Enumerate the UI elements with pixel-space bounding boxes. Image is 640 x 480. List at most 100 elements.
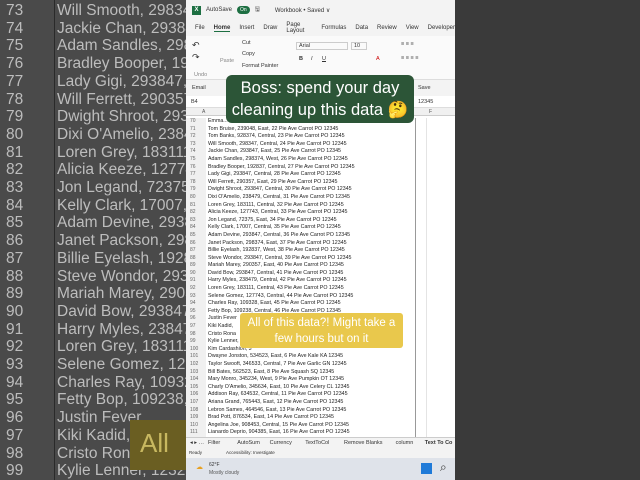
align-icons-row2[interactable]: ≡ ≡ ≡ ≡: [401, 55, 418, 61]
row-number[interactable]: 97: [186, 323, 206, 331]
cell-text[interactable]: Kelly Clark, 17007, Central, 35 Pie Ave …: [208, 224, 341, 232]
cell-text[interactable]: Mary Monro, 345234, West, 9 Pie Ave Pump…: [208, 376, 344, 384]
table-row[interactable]: 79 Dwight Shroot, 293847, Central, 30 Pie…: [186, 186, 455, 194]
cell-text[interactable]: Dwight Shroot, 293847, Central, 30 Pie A…: [208, 186, 352, 194]
row-number[interactable]: 111: [186, 429, 206, 437]
cell-text[interactable]: Dwayne Jonston, 534523, East, 6 Pie Ave …: [208, 353, 343, 361]
cell-text[interactable]: Tom Banks, 928374, Central, 23 Pie Ave C…: [208, 133, 345, 141]
table-row[interactable]: 85 Adam Devine, 293847, Central, 36 Pie A…: [186, 231, 455, 240]
row-number[interactable]: 89: [186, 262, 206, 270]
cell-text[interactable]: Angelina Joe, 908453, Central, 15 Pie Av…: [208, 422, 349, 430]
cell-text[interactable]: Lebron Sames, 464546, East, 13 Pie Ave C…: [208, 407, 346, 415]
row-number[interactable]: 110: [186, 421, 206, 430]
row-number[interactable]: 99: [186, 338, 206, 346]
row-number[interactable]: 108: [186, 406, 206, 415]
cell-text[interactable]: Bill Bates, 562523, East, 8 Pie Ave Squa…: [208, 369, 334, 377]
row-number[interactable]: 93: [186, 292, 206, 301]
search-icon[interactable]: ⌕: [440, 460, 447, 475]
tab-insert[interactable]: Insert: [239, 25, 254, 31]
table-row[interactable]: 81 Loren Grey, 183111, Central, 32 Pie Av…: [186, 201, 455, 210]
align-icons[interactable]: ≡ ≡ ≡: [401, 41, 414, 47]
cell-text[interactable]: Mariah Marey, 290357, East, 40 Pie Ave C…: [208, 262, 344, 270]
row-number[interactable]: 80: [186, 193, 206, 202]
save-icon[interactable]: 🖫: [255, 5, 260, 15]
table-row[interactable]: 91 Harry Myles, 238479, Central, 42 Pie A…: [186, 277, 455, 286]
tab-developer[interactable]: Developer: [428, 25, 455, 31]
table-row[interactable]: 90 David Bow, 293847, Central, 41 Pie Ave…: [186, 269, 455, 278]
row-number[interactable]: 88: [186, 254, 206, 263]
sheet-tab[interactable]: Remove Blanks: [344, 440, 383, 446]
table-row[interactable]: 71 Tom Bruise, 239048, East, 22 Pie Ave C…: [186, 125, 455, 134]
cell-text[interactable]: Billie Eyelash, 192837, West, 38 Pie Ave…: [208, 247, 345, 255]
table-row[interactable]: 72 Tom Banks, 928374, Central, 23 Pie Ave…: [186, 133, 455, 141]
row-number[interactable]: 107: [186, 398, 206, 407]
cell-text[interactable]: Will Smooth, 298347, Central, 24 Pie Ave…: [208, 141, 347, 149]
sheet-tab[interactable]: Text To Co: [425, 440, 453, 446]
cell-text[interactable]: Ariana Grand, 765443, East, 12 Pie Ave C…: [208, 399, 343, 407]
row-number[interactable]: 71: [186, 125, 206, 134]
sheet-tab[interactable]: Filter: [208, 440, 220, 446]
italic-button[interactable]: I: [311, 56, 313, 62]
table-row[interactable]: 102 Taylor Swooft, 346533, Central, 7 Pie…: [186, 361, 455, 369]
cell-text[interactable]: Loren Grey, 183111, Central, 32 Pie Ave …: [208, 202, 344, 210]
row-number[interactable]: 82: [186, 209, 206, 217]
cell-text[interactable]: Jackie Chan, 293847, East, 25 Pie Ave Ca…: [208, 148, 341, 156]
row-number[interactable]: 77: [186, 171, 206, 179]
cell-text[interactable]: Selene Gomez, 127743, Central, 44 Pie Av…: [208, 293, 353, 301]
cell-text[interactable]: Addison Ray, 634532, Central, 11 Pie Ave…: [208, 391, 348, 399]
cell-text[interactable]: Adam Devine, 293847, Central, 36 Pie Ave…: [208, 232, 350, 240]
font-color-icon[interactable]: A: [376, 56, 380, 62]
cell-text[interactable]: David Bow, 293847, Central, 41 Pie Ave C…: [208, 270, 343, 278]
table-row[interactable]: 73 Will Smooth, 298347, Central, 24 Pie A…: [186, 140, 455, 149]
font-name-select[interactable]: Arial: [296, 42, 348, 50]
row-number[interactable]: 104: [186, 376, 206, 384]
table-row[interactable]: 105 Charly O'Amelio, 345634, East, 10 Pie…: [186, 383, 455, 392]
cut-button[interactable]: Cut: [242, 40, 251, 46]
cell-text[interactable]: Cristo Rona: [208, 331, 236, 339]
row-number[interactable]: 105: [186, 383, 206, 392]
table-row[interactable]: 75 Adam Sandles, 298374, West, 26 Pie Ave…: [186, 155, 455, 164]
table-row[interactable]: 108 Lebron Sames, 464546, East, 13 Pie Av…: [186, 406, 455, 415]
redo-icon[interactable]: ↷: [192, 52, 200, 63]
table-row[interactable]: 107 Ariana Grand, 765443, East, 12 Pie Av…: [186, 398, 455, 407]
row-number[interactable]: 96: [186, 315, 206, 324]
row-number[interactable]: 76: [186, 163, 206, 172]
row-number[interactable]: 75: [186, 155, 206, 164]
row-number[interactable]: 102: [186, 361, 206, 369]
row-number[interactable]: 101: [186, 353, 206, 361]
table-row[interactable]: 103 Bill Bates, 562523, East, 8 Pie Ave S…: [186, 368, 455, 377]
sheet-tab[interactable]: TextToCol: [305, 440, 329, 446]
cell-text[interactable]: Dixi O'Amelio, 238479, Central, 31 Pie A…: [208, 194, 350, 202]
cell-text[interactable]: Justin Fever: [208, 315, 237, 323]
row-number[interactable]: 92: [186, 285, 206, 293]
table-row[interactable]: 101 Dwayne Jonston, 534523, East, 6 Pie A…: [186, 353, 455, 361]
cell-text[interactable]: Steve Wondor, 293847, Central, 39 Pie Av…: [208, 255, 352, 263]
row-number[interactable]: 86: [186, 239, 206, 248]
table-row[interactable]: 77 Lady Gigi, 293847, Central, 28 Pie Ave…: [186, 171, 455, 179]
row-number[interactable]: 70: [186, 118, 206, 126]
cell-text[interactable]: Lianardo Deprio, 904385, East, 16 Pie Av…: [208, 429, 350, 437]
cell-text[interactable]: Brad Pott, 876534, East, 14 Pie Ave Carr…: [208, 414, 334, 422]
cell-text[interactable]: Kiki Kadid,: [208, 323, 233, 331]
row-number[interactable]: 98: [186, 330, 206, 339]
sheet-tab[interactable]: Currency: [270, 440, 292, 446]
table-row[interactable]: 110 Angelina Joe, 908453, Central, 15 Pie…: [186, 421, 455, 430]
qbar-save-button[interactable]: Save: [418, 85, 431, 91]
table-row[interactable]: 106 Addison Ray, 634532, Central, 11 Pie …: [186, 391, 455, 399]
row-number[interactable]: 95: [186, 307, 206, 316]
table-row[interactable]: 104 Mary Monro, 345234, West, 9 Pie Ave P…: [186, 376, 455, 384]
column-a-header[interactable]: A: [202, 109, 205, 115]
row-number[interactable]: 85: [186, 231, 206, 240]
sheet-tab[interactable]: column: [396, 440, 414, 446]
table-row[interactable]: 93 Selene Gomez, 127743, Central, 44 Pie …: [186, 292, 455, 301]
tab-draw[interactable]: Draw: [263, 25, 277, 31]
row-number[interactable]: 83: [186, 216, 206, 225]
tab-home[interactable]: Home: [213, 25, 231, 32]
row-number[interactable]: 90: [186, 269, 206, 278]
copy-button[interactable]: Copy: [242, 51, 255, 57]
row-number[interactable]: 100: [186, 345, 206, 354]
table-row[interactable]: 82 Alicia Keeze, 127743, Central, 33 Pie …: [186, 209, 455, 217]
paste-button[interactable]: Paste: [220, 58, 234, 64]
table-row[interactable]: 84 Kelly Clark, 17007, Central, 35 Pie Av…: [186, 224, 455, 232]
row-number[interactable]: 81: [186, 201, 206, 210]
